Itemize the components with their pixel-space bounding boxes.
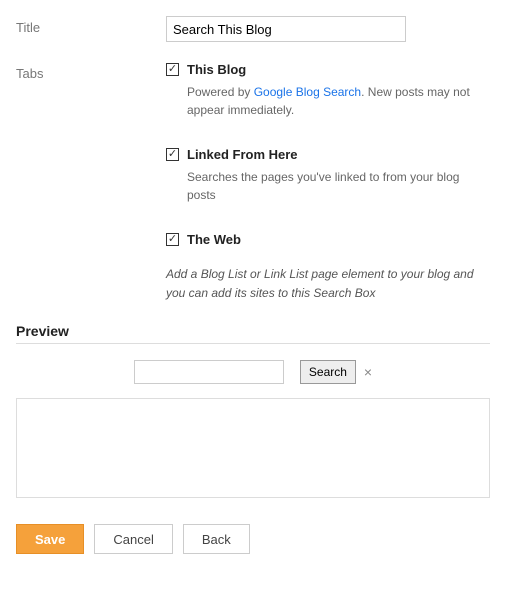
preview-results-box bbox=[16, 398, 490, 498]
desc-this-blog: Powered by Google Blog Search. New posts… bbox=[166, 83, 490, 119]
tab-this-blog: This Blog Powered by Google Blog Search.… bbox=[166, 62, 490, 119]
preview-heading: Preview bbox=[16, 323, 490, 339]
checkbox-label-web: The Web bbox=[187, 232, 241, 247]
back-button[interactable]: Back bbox=[183, 524, 250, 554]
close-icon[interactable]: × bbox=[364, 365, 372, 379]
checkbox-linked[interactable] bbox=[166, 148, 179, 161]
desc-prefix: Powered by bbox=[187, 85, 254, 99]
checkbox-label-linked: Linked From Here bbox=[187, 147, 298, 162]
tabs-label: Tabs bbox=[16, 62, 166, 81]
tabs-hint: Add a Blog List or Link List page elemen… bbox=[166, 265, 490, 303]
title-input[interactable] bbox=[166, 16, 406, 42]
tabs-row: Tabs This Blog Powered by Google Blog Se… bbox=[16, 62, 490, 303]
search-input[interactable] bbox=[134, 360, 284, 384]
title-label: Title bbox=[16, 16, 166, 35]
tab-linked-from-here: Linked From Here Searches the pages you'… bbox=[166, 147, 490, 204]
title-row: Title bbox=[16, 16, 490, 42]
tab-the-web: The Web bbox=[166, 232, 490, 247]
divider bbox=[16, 343, 490, 344]
search-button[interactable]: Search bbox=[300, 360, 356, 384]
checkbox-web[interactable] bbox=[166, 233, 179, 246]
preview-search-bar: Search × bbox=[16, 360, 490, 384]
save-button[interactable]: Save bbox=[16, 524, 84, 554]
checkbox-this-blog[interactable] bbox=[166, 63, 179, 76]
desc-linked: Searches the pages you've linked to from… bbox=[166, 168, 490, 204]
google-blog-search-link[interactable]: Google Blog Search bbox=[254, 85, 361, 99]
checkbox-label-this-blog: This Blog bbox=[187, 62, 246, 77]
action-buttons: Save Cancel Back bbox=[16, 524, 490, 554]
cancel-button[interactable]: Cancel bbox=[94, 524, 172, 554]
